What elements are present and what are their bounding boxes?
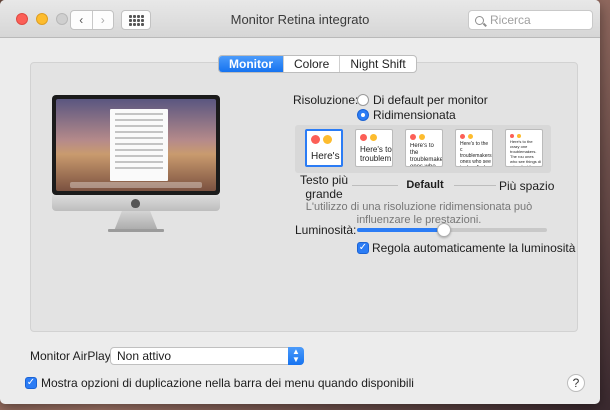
tab-monitor[interactable]: Monitor [219, 56, 283, 72]
scale-option-2[interactable]: Here's to troublem [355, 129, 393, 167]
radio-scaled-label[interactable]: Ridimensionata [373, 108, 456, 122]
select-arrows-icon: ▲ ▼ [288, 347, 304, 365]
mirroring-options-label[interactable]: Mostra opzioni di duplicazione nella bar… [41, 376, 414, 390]
auto-brightness-checkbox[interactable]: ✓ [357, 242, 369, 254]
scale-label-more-space: Più spazio [499, 179, 555, 193]
minimize-button[interactable] [36, 13, 48, 25]
show-all-button[interactable] [121, 10, 151, 30]
imac-illustration [52, 95, 220, 245]
airplay-select-value: Non attivo [117, 349, 172, 363]
forward-button[interactable]: › [91, 11, 114, 29]
radio-default-resolution[interactable] [357, 94, 369, 106]
document-window-preview [110, 109, 168, 181]
radio-scaled-resolution[interactable] [357, 109, 369, 121]
auto-brightness-label[interactable]: Regola automaticamente la luminosità [372, 241, 575, 255]
zoom-button[interactable] [56, 13, 68, 25]
brightness-slider-fill [357, 228, 445, 232]
airplay-select[interactable]: Non attivo ▲ ▼ [110, 347, 304, 365]
segmented-tabs: Monitor Colore Night Shift [218, 55, 417, 73]
airplay-label: Monitor AirPlay: [30, 349, 115, 363]
brightness-label: Luminosità: [295, 223, 357, 237]
navigation-buttons: ‹ › [70, 10, 114, 30]
title-bar: ‹ › Monitor Retina integrato Ricerca [0, 0, 600, 38]
scale-option-text: Here's to the troublemakers ones who [410, 143, 442, 167]
resolution-label: Risoluzione: [293, 93, 359, 107]
system-preferences-window: ‹ › Monitor Retina integrato Ricerca Mon… [0, 0, 600, 404]
scale-option-text: Here's to the crazy one troublemakers. T… [510, 139, 541, 167]
tab-colore[interactable]: Colore [283, 56, 339, 72]
grid-icon [128, 14, 144, 26]
search-field[interactable]: Ricerca [468, 10, 593, 30]
scale-option-text: Here's to troublem [360, 145, 392, 163]
scale-option-default[interactable]: Here's to the troublemakers ones who [405, 129, 443, 167]
search-placeholder: Ricerca [490, 13, 531, 27]
tab-night-shift[interactable]: Night Shift [339, 56, 415, 72]
window-title: Monitor Retina integrato [230, 12, 370, 27]
scale-label-larger-text: Testo più grande [299, 173, 349, 201]
imac-screen [52, 95, 220, 195]
scale-option-larger-text[interactable]: Here's [305, 129, 343, 167]
scale-line-left [352, 185, 398, 186]
help-button[interactable]: ? [567, 374, 585, 392]
search-icon [475, 15, 484, 25]
mirroring-options-checkbox[interactable]: ✓ [25, 377, 37, 389]
radio-default-label[interactable]: Di default per monitor [373, 93, 488, 107]
scale-option-4[interactable]: Here's to the c troublemakers. ones who … [455, 129, 493, 167]
imac-base [108, 229, 164, 232]
back-button[interactable]: ‹ [71, 11, 92, 29]
scale-option-more-space[interactable]: Here's to the crazy one troublemakers. T… [505, 129, 543, 167]
close-button[interactable] [16, 13, 28, 25]
scale-option-text: Here's [311, 151, 340, 162]
scale-option-text: Here's to the c troublemakers. ones who … [460, 141, 492, 166]
scale-label-default: Default [406, 179, 444, 191]
brightness-slider[interactable] [357, 228, 547, 232]
imac-stand [114, 211, 158, 231]
scale-line-right [454, 185, 496, 186]
dock-preview [70, 182, 202, 188]
apple-logo-icon [131, 199, 140, 208]
desktop-wallpaper [56, 99, 216, 191]
